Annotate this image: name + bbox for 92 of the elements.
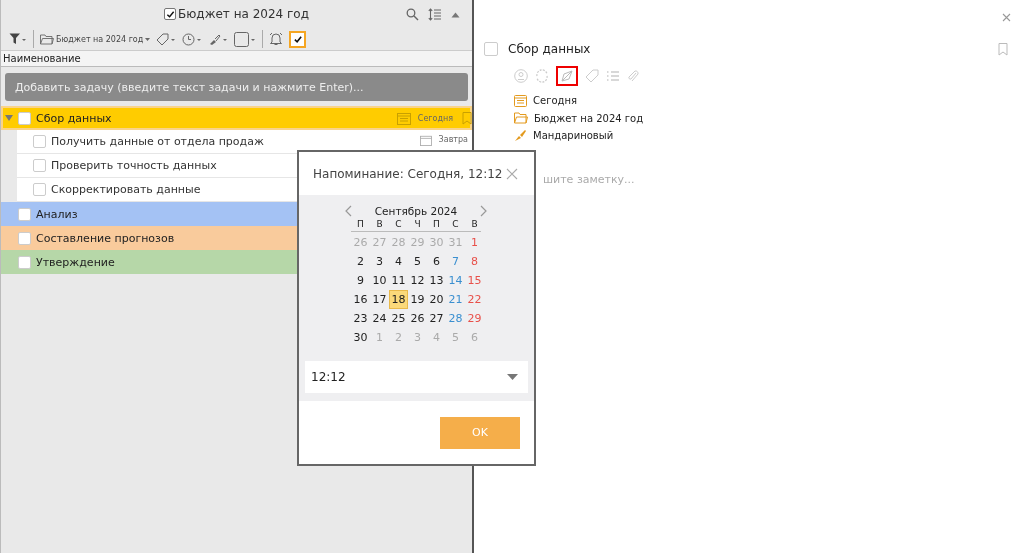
send-icon (560, 69, 574, 83)
collapse-icon[interactable] (451, 11, 460, 18)
close-icon[interactable] (506, 167, 518, 180)
calendar-day[interactable]: 13 (427, 271, 446, 290)
column-header[interactable]: Наименование (1, 51, 472, 67)
calendar-day[interactable]: 30 (351, 328, 370, 347)
weekday-label: П (432, 219, 441, 229)
check-icon (292, 34, 303, 44)
task-name: Анализ (36, 207, 78, 221)
weekday-label: С (451, 219, 460, 229)
calendar-day[interactable]: 25 (389, 309, 408, 328)
expand-icon[interactable] (5, 115, 13, 121)
property-value[interactable]: Сегодня (533, 95, 577, 106)
due-date: Сегодня (417, 113, 453, 123)
calendar-day[interactable]: 3 (370, 252, 389, 271)
calendar-day[interactable]: 12 (408, 271, 427, 290)
checkbox[interactable] (33, 183, 46, 196)
task-name: Сбор данных (36, 111, 112, 125)
checkbox[interactable] (18, 207, 31, 221)
calendar-icon (396, 111, 411, 125)
checkbox[interactable] (33, 159, 46, 172)
calendar-day[interactable]: 18 (389, 290, 408, 309)
calendar-day[interactable]: 20 (427, 290, 446, 309)
calendar-day[interactable]: 23 (351, 309, 370, 328)
task-name: Скорректировать данные (51, 183, 201, 196)
caret-icon (145, 37, 151, 41)
checkbox[interactable] (484, 42, 498, 56)
next-month-icon[interactable] (480, 205, 487, 217)
property-value[interactable]: Бюджет на 2024 год (534, 112, 644, 124)
checkbox[interactable] (164, 8, 176, 20)
caret-icon (507, 374, 518, 380)
project-name: Бюджет на 2024 год (56, 34, 144, 44)
tag-icon[interactable] (156, 32, 177, 46)
task-name: Утверждение (36, 255, 115, 269)
time-value: 12:12 (311, 370, 346, 384)
brush-icon (514, 129, 527, 142)
calendar-day[interactable]: 16 (351, 290, 370, 309)
checkbox[interactable] (18, 111, 31, 125)
weekday-label: В (375, 219, 384, 229)
user-icon[interactable] (514, 69, 528, 83)
property-value[interactable]: Мандариновый (533, 130, 614, 141)
checkbox[interactable] (33, 135, 46, 148)
calendar-day[interactable]: 6 (427, 252, 446, 271)
bookmark-icon[interactable] (462, 111, 472, 125)
task-name: Составление прогнозов (36, 231, 175, 245)
previous-month-icon[interactable] (345, 205, 352, 217)
calendar-day[interactable]: 5 (408, 252, 427, 271)
weekday-label: П (356, 219, 365, 229)
calendar-day[interactable]: 19 (408, 290, 427, 309)
task-name: Проверить точность данных (51, 159, 217, 172)
search-icon[interactable] (406, 8, 419, 21)
calendar-day[interactable]: 2 (351, 252, 370, 271)
subtask-row[interactable]: Получить данные от отдела продаж Завтра (17, 130, 472, 154)
task-name: Получить данные от отдела продаж (51, 135, 264, 148)
completed-toggle[interactable] (289, 30, 307, 48)
task-title: Сбор данных (508, 42, 592, 56)
weekday-label: Ч (413, 219, 422, 229)
sort-icon[interactable] (428, 8, 442, 21)
folder-icon (40, 33, 54, 45)
clock-icon[interactable] (182, 32, 203, 46)
paperclip-icon[interactable] (627, 69, 639, 83)
checkbox[interactable] (18, 231, 31, 245)
reminder-button[interactable] (556, 66, 578, 86)
time-dropdown[interactable]: 12:12 (305, 361, 528, 393)
filter-icon[interactable] (9, 33, 27, 45)
calendar-day[interactable]: 4 (389, 252, 408, 271)
folder-icon (514, 112, 528, 124)
project-dropdown[interactable]: Бюджет на 2024 год (40, 33, 151, 45)
repeat-icon[interactable] (535, 69, 549, 83)
add-task-field[interactable]: Добавить задачу (введите текст задачи и нажмите Enter)... (5, 73, 468, 101)
calendar-day[interactable]: 9 (351, 271, 370, 290)
due-date: Завтра (438, 135, 468, 144)
month-label: Сентябрь 2024 (374, 205, 458, 217)
weekday-label: В (470, 219, 479, 229)
task-row[interactable]: Сбор данных Сегодня (1, 106, 472, 130)
calendar-icon (514, 94, 527, 107)
bell-icon[interactable] (269, 32, 284, 46)
calendar-day[interactable]: 24 (370, 309, 389, 328)
bookmark-icon[interactable] (998, 42, 1008, 56)
weekday-label: С (394, 219, 403, 229)
square-icon[interactable] (234, 31, 257, 47)
checkbox[interactable] (18, 255, 31, 269)
list-icon[interactable] (606, 70, 620, 82)
calendar-icon (419, 135, 432, 146)
calendar-day[interactable]: 17 (370, 290, 389, 309)
calendar-day[interactable]: 27 (427, 309, 446, 328)
calendar-day[interactable]: 11 (389, 271, 408, 290)
close-icon[interactable] (1002, 13, 1011, 22)
brush-icon[interactable] (208, 32, 229, 46)
calendar-day[interactable]: 26 (408, 309, 427, 328)
calendar-day[interactable]: 10 (370, 271, 389, 290)
list-title: Бюджет на 2024 год (178, 7, 309, 21)
